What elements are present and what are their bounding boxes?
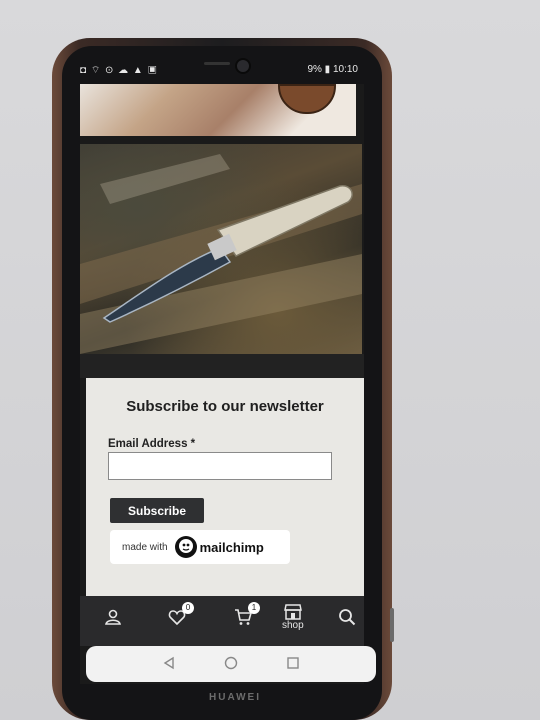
mailchimp-logo-icon <box>174 536 197 558</box>
email-field[interactable] <box>108 452 332 480</box>
previous-product-image <box>80 84 356 136</box>
made-with-text: made with <box>122 541 168 553</box>
email-label: Email Address * <box>108 438 196 450</box>
shop-nav-button[interactable]: shop <box>282 604 304 631</box>
back-triangle-icon[interactable] <box>162 656 176 670</box>
system-navigation-bar <box>86 646 376 682</box>
search-icon <box>339 609 356 626</box>
section-divider <box>80 354 364 378</box>
wishlist-count-badge: 0 <box>182 602 194 614</box>
screen: Subscribe to our newsletter Email Addres… <box>80 84 364 684</box>
mailchimp-badge[interactable]: made with mailchimp <box>110 530 290 564</box>
shop-label: shop <box>282 620 304 631</box>
device-brand-label: HUAWEI <box>209 692 261 703</box>
home-circle-icon[interactable] <box>224 656 238 670</box>
sunglasses-graphic <box>278 84 336 114</box>
cart-count-badge: 1 <box>248 602 260 614</box>
battery-icon: ▮ <box>324 64 331 75</box>
bottom-navigation: 0 1 shop <box>80 596 364 646</box>
store-icon <box>283 604 302 620</box>
status-notification-icons: ◘ ⌔ ⊙ ☁ ▲ ▣ <box>80 65 159 76</box>
subscribe-button[interactable]: Subscribe <box>110 498 204 523</box>
recents-square-icon[interactable] <box>286 656 300 670</box>
newsletter-panel: Subscribe to our newsletter Email Addres… <box>86 378 364 596</box>
clock-time: 10:10 <box>332 64 358 75</box>
mailchimp-brand: mailchimp <box>199 539 264 555</box>
cart-nav-button[interactable]: 1 <box>234 602 260 626</box>
account-nav-button[interactable] <box>104 608 122 626</box>
status-system-info: 9% ▮ 10:10 <box>307 64 358 75</box>
search-nav-button[interactable] <box>338 608 356 626</box>
wishlist-nav-button[interactable]: 0 <box>168 602 194 626</box>
knife-hero-image <box>80 144 362 354</box>
status-bar: ◘ ⌔ ⊙ ☁ ▲ ▣ 9% ▮ 10:10 <box>78 60 360 82</box>
battery-level: 9% <box>307 64 322 75</box>
newsletter-title: Subscribe to our newsletter <box>126 398 324 415</box>
side-button <box>390 608 394 642</box>
user-icon <box>105 609 121 625</box>
knife-illustration <box>80 154 362 354</box>
